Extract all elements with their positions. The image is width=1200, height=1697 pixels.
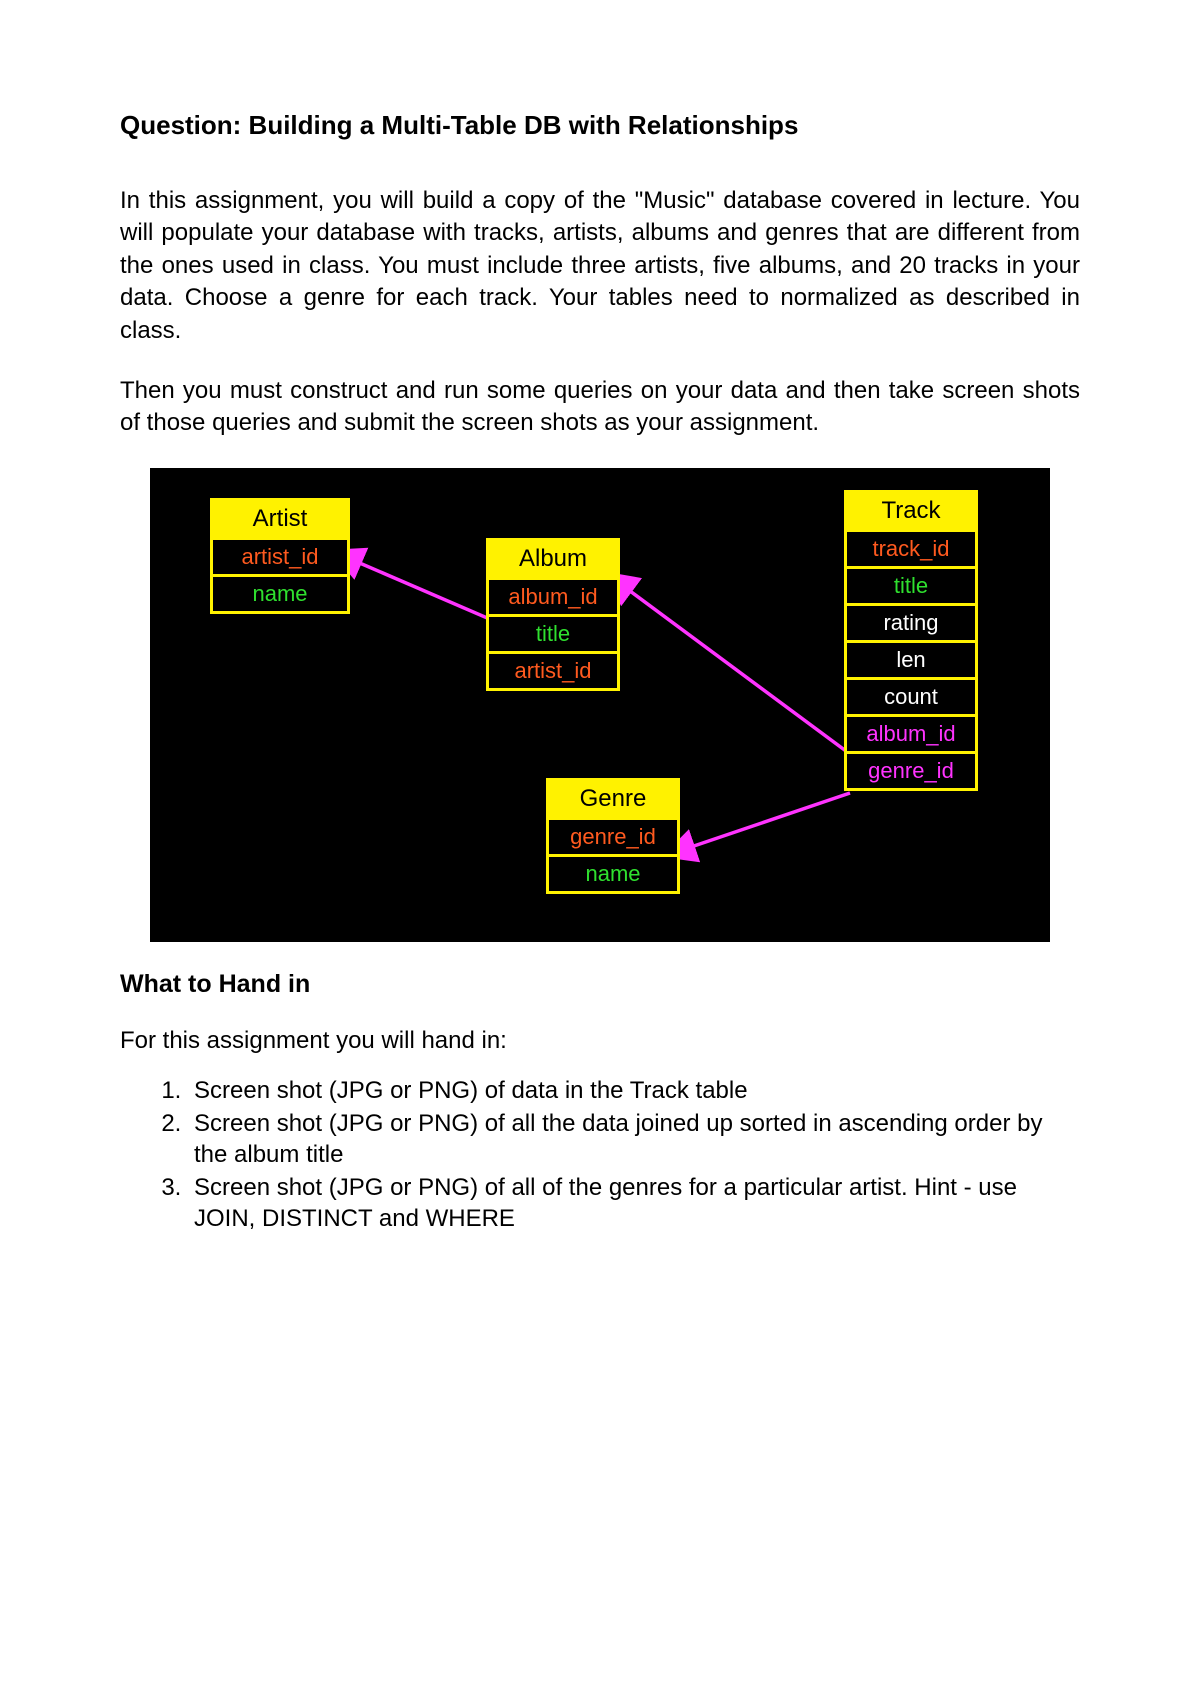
album-field-title: title: [489, 614, 617, 651]
track-field-genre-id: genre_id: [847, 751, 975, 788]
hand-in-list: Screen shot (JPG or PNG) of data in the …: [120, 1075, 1080, 1235]
genre-field-name: name: [549, 854, 677, 891]
album-field-album-id: album_id: [489, 577, 617, 614]
artist-field-name: name: [213, 574, 347, 611]
track-field-track-id: track_id: [847, 529, 975, 566]
album-field-artist-id: artist_id: [489, 651, 617, 688]
table-artist: Artist artist_id name: [210, 498, 350, 614]
hand-in-item-3: Screen shot (JPG or PNG) of all of the g…: [188, 1172, 1080, 1234]
table-album-header: Album: [489, 541, 617, 577]
paragraph-1: In this assignment, you will build a cop…: [120, 185, 1080, 347]
hand-in-item-2: Screen shot (JPG or PNG) of all the data…: [188, 1108, 1080, 1170]
track-field-album-id: album_id: [847, 714, 975, 751]
track-field-title: title: [847, 566, 975, 603]
question-title: Question: Building a Multi-Table DB with…: [120, 110, 1080, 141]
artist-field-artist-id: artist_id: [213, 537, 347, 574]
hand-in-lead: For this assignment you will hand in:: [120, 1027, 1080, 1055]
table-album: Album album_id title artist_id: [486, 538, 620, 691]
hand-in-item-1: Screen shot (JPG or PNG) of data in the …: [188, 1075, 1080, 1106]
genre-field-genre-id: genre_id: [549, 817, 677, 854]
track-field-rating: rating: [847, 603, 975, 640]
table-track-header: Track: [847, 493, 975, 529]
paragraph-2: Then you must construct and run some que…: [120, 375, 1080, 440]
hand-in-heading: What to Hand in: [120, 970, 1080, 999]
document-page: Question: Building a Multi-Table DB with…: [0, 0, 1200, 1357]
table-genre-header: Genre: [549, 781, 677, 817]
table-genre: Genre genre_id name: [546, 778, 680, 894]
er-diagram: Artist artist_id name Album album_id tit…: [150, 468, 1050, 942]
track-field-count: count: [847, 677, 975, 714]
table-artist-header: Artist: [213, 501, 347, 537]
track-field-len: len: [847, 640, 975, 677]
table-track: Track track_id title rating len count al…: [844, 490, 978, 791]
diagram-container: Artist artist_id name Album album_id tit…: [120, 468, 1080, 942]
